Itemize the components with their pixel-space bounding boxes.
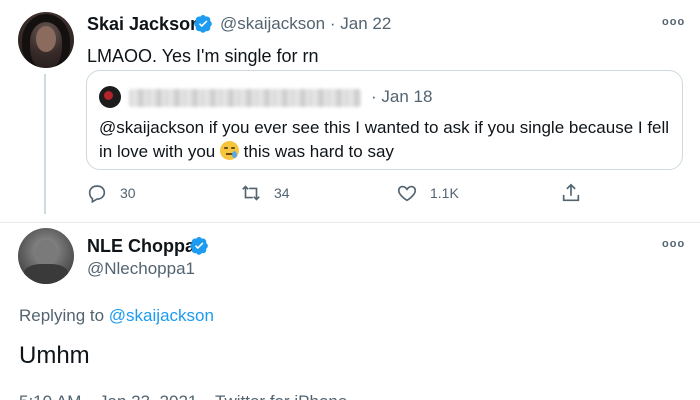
share-icon: [562, 183, 580, 202]
reply-button[interactable]: 30: [86, 178, 136, 208]
like-count: 1.1K: [430, 185, 459, 201]
share-button[interactable]: [560, 178, 582, 208]
replying-mention-link[interactable]: @skaijackson: [109, 306, 214, 325]
tweet-text: Umhm: [19, 342, 90, 369]
author-name[interactable]: Skai Jackson: [87, 14, 201, 35]
footer-separator: ·: [87, 392, 93, 400]
quoted-date: · Jan 18: [371, 87, 433, 106]
avatar-face: [36, 26, 56, 52]
avatar[interactable]: [18, 228, 74, 284]
tweet-full-date[interactable]: Jan 23, 2021: [99, 392, 197, 400]
thread-line: [44, 74, 46, 214]
tweet-skai-jackson[interactable]: Skai Jackson @skaijackson · Jan 22 ooo L…: [0, 0, 700, 222]
author-name[interactable]: NLE Choppa: [87, 236, 195, 257]
quoted-date-text: Jan 18: [381, 87, 433, 106]
handle-and-date: @skaijackson · Jan 22: [220, 14, 391, 34]
tweet-divider: [0, 222, 700, 223]
tweet-source[interactable]: Twitter for iPhone: [215, 392, 347, 400]
quoted-tweet[interactable]: · Jan 18 @skaijackson if you ever see th…: [86, 70, 683, 170]
separator: ·: [329, 14, 341, 33]
retweet-icon: [242, 185, 260, 201]
replying-to: Replying to @skaijackson: [19, 306, 214, 326]
reply-count: 30: [120, 185, 136, 201]
tweet-actions: 30 34 1.1K: [86, 178, 686, 208]
more-options-icon[interactable]: ooo: [662, 16, 685, 28]
retweet-count: 34: [274, 185, 290, 201]
verified-badge-icon: [190, 237, 208, 255]
author-handle[interactable]: @skaijackson: [220, 14, 325, 33]
reply-icon: [88, 185, 106, 204]
quoted-text: @skaijackson if you ever see this I want…: [99, 116, 674, 164]
heart-icon: [397, 185, 417, 202]
quoted-avatar: [99, 86, 121, 108]
retweet-button[interactable]: 34: [240, 178, 290, 208]
avatar[interactable]: [18, 12, 74, 68]
redacted-name: [129, 89, 361, 107]
more-options-icon[interactable]: ooo: [662, 238, 685, 250]
sad-relieved-face-icon: [219, 141, 239, 160]
tweet-footer: 5:10 AM · Jan 23, 2021 · Twitter for iPhone: [19, 392, 347, 400]
tweet-date[interactable]: Jan 22: [340, 14, 391, 33]
quoted-text-part2: this was hard to say: [238, 142, 394, 161]
author-handle[interactable]: @Nlechoppa1: [87, 259, 195, 279]
footer-separator: ·: [203, 392, 209, 400]
avatar-body: [24, 264, 68, 284]
tweet-time[interactable]: 5:10 AM: [19, 392, 81, 400]
tweet-text: LMAOO. Yes I'm single for rn: [87, 46, 319, 66]
replying-prefix: Replying to: [19, 306, 105, 325]
like-button[interactable]: 1.1K: [396, 178, 459, 208]
verified-badge-icon: [194, 15, 212, 33]
